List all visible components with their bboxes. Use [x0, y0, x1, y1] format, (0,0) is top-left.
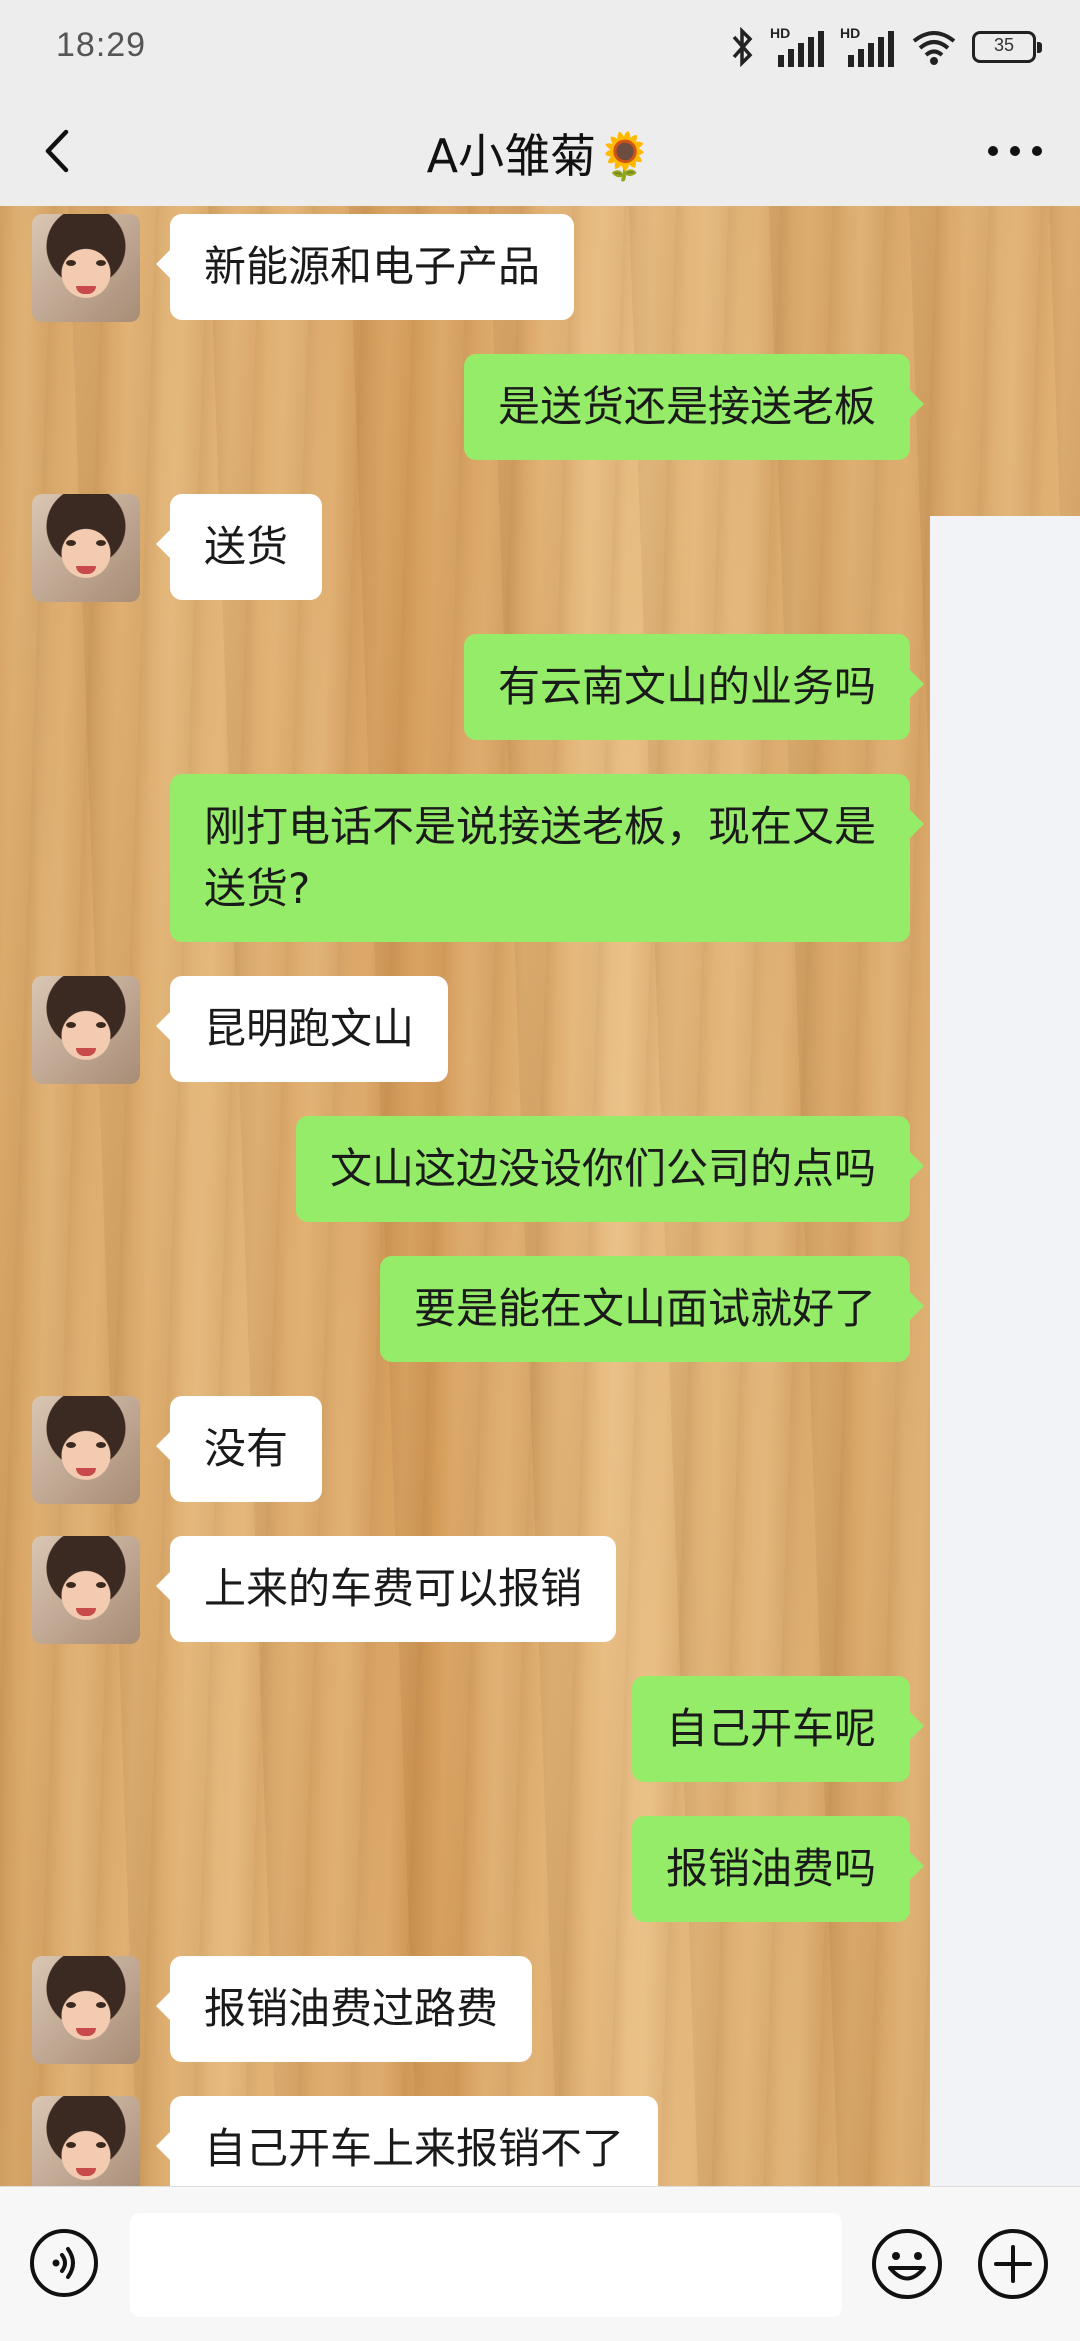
status-bar: 18:29 HD HD 35 — [0, 0, 1080, 96]
avatar[interactable] — [32, 1396, 140, 1504]
more-dots-icon[interactable] — [980, 126, 1050, 176]
message-received[interactable]: 没有 — [155, 1396, 323, 1502]
message-received[interactable]: 昆明跑文山 — [155, 976, 449, 1082]
chat-header: A小雏菊🌻 — [0, 96, 1080, 206]
signal-2-icon: HD — [840, 25, 896, 67]
plus-icon[interactable] — [976, 2227, 1050, 2301]
battery-icon: 35 — [972, 31, 1042, 63]
chat-title: A小雏菊🌻 — [426, 129, 654, 183]
message-received[interactable]: 送货 — [155, 494, 323, 600]
message-list[interactable]: 新能源和电子产品 是送货还是接送老板 送货 有云南文山的业务吗 刚打电话不是说接… — [0, 206, 1080, 2254]
message-sent[interactable]: 要是能在文山面试就好了 — [379, 1256, 925, 1362]
wifi-icon — [912, 31, 956, 65]
avatar[interactable] — [32, 1536, 140, 1644]
status-icons: HD HD 35 — [730, 24, 1042, 70]
emoji-icon[interactable] — [870, 2227, 944, 2301]
message-input[interactable] — [130, 2213, 842, 2317]
avatar[interactable] — [32, 1956, 140, 2064]
message-sent[interactable]: 自己开车呢 — [631, 1676, 925, 1782]
message-sent[interactable]: 是送货还是接送老板 — [463, 354, 925, 460]
side-overlay-panel — [930, 516, 1080, 2240]
message-received[interactable]: 上来的车费可以报销 — [155, 1536, 617, 1642]
avatar[interactable] — [32, 494, 140, 602]
battery-level: 35 — [993, 35, 1015, 55]
message-received[interactable]: 报销油费过路费 — [155, 1956, 533, 2062]
status-time: 18:29 — [56, 26, 147, 64]
bluetooth-icon — [732, 27, 753, 67]
message-sent[interactable]: 文山这边没设你们公司的点吗 — [295, 1116, 925, 1222]
message-sent[interactable]: 刚打电话不是说接送老板，现在又是送货? — [170, 774, 924, 942]
message-received[interactable]: 新能源和电子产品 — [155, 214, 575, 320]
avatar[interactable] — [32, 976, 140, 1084]
avatar[interactable] — [32, 214, 140, 322]
input-bar — [0, 2186, 1080, 2341]
message-sent[interactable]: 有云南文山的业务吗 — [463, 634, 925, 740]
message-sent[interactable]: 报销油费吗 — [631, 1816, 925, 1922]
voice-icon[interactable] — [28, 2227, 100, 2299]
signal-1-icon: HD — [770, 25, 826, 67]
